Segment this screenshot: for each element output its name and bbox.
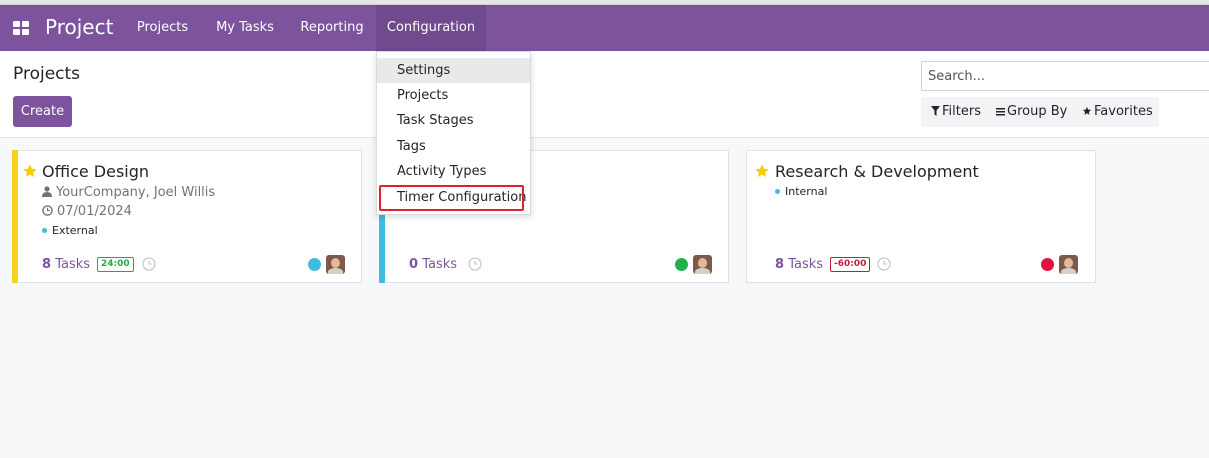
- search-options-bar: Filters Group By Favorites: [921, 97, 1159, 127]
- project-card-office-design[interactable]: Office Design YourCompany, Joel Willis 0…: [12, 150, 362, 283]
- control-panel: Projects Create Filters Group By Favorit…: [0, 51, 1209, 138]
- avatar[interactable]: [326, 255, 345, 274]
- tag-label: Internal: [785, 185, 828, 198]
- group-by-label: Group By: [1007, 104, 1068, 119]
- clock-icon: [42, 205, 53, 216]
- nav-projects[interactable]: Projects: [123, 5, 202, 51]
- project-card-research-development[interactable]: Research & Development Internal 8 Tasks …: [746, 150, 1096, 283]
- menu-item-task-stages[interactable]: Task Stages: [377, 108, 530, 133]
- tag-label: External: [52, 224, 98, 237]
- status-dot[interactable]: [308, 258, 321, 271]
- status-dot[interactable]: [675, 258, 688, 271]
- project-tag: Internal: [775, 185, 827, 198]
- menu-item-settings[interactable]: Settings: [377, 58, 530, 83]
- user-icon: [42, 186, 52, 197]
- tasks-count-link[interactable]: 0 Tasks: [409, 257, 457, 272]
- favorites-button[interactable]: Favorites: [1082, 97, 1153, 127]
- project-title[interactable]: Research & Development: [775, 162, 979, 181]
- star-icon: [1082, 106, 1092, 115]
- project-tag: External: [42, 224, 98, 237]
- tasks-count-link[interactable]: 8 Tasks: [42, 257, 90, 272]
- tasks-count-link[interactable]: 8 Tasks: [775, 257, 823, 272]
- main-navbar: Project Projects My Tasks Reporting Conf…: [0, 5, 1209, 51]
- nav-reporting[interactable]: Reporting: [288, 5, 376, 51]
- filters-button[interactable]: Filters: [931, 97, 981, 127]
- group-by-button[interactable]: Group By: [996, 97, 1067, 127]
- menu-item-activity-types[interactable]: Activity Types: [377, 159, 530, 184]
- breadcrumb: Projects: [13, 64, 81, 84]
- filter-funnel-icon: [931, 106, 940, 116]
- favorite-star-icon[interactable]: [22, 163, 38, 179]
- avatar[interactable]: [693, 255, 712, 274]
- menu-item-tags[interactable]: Tags: [377, 134, 530, 159]
- filters-label: Filters: [942, 104, 981, 119]
- customer-label: YourCompany, Joel Willis: [56, 185, 216, 200]
- status-dot[interactable]: [1041, 258, 1054, 271]
- nav-my-tasks[interactable]: My Tasks: [202, 5, 288, 51]
- create-button[interactable]: Create: [13, 96, 72, 127]
- nav-configuration[interactable]: Configuration: [376, 5, 486, 51]
- project-color-bar: [12, 150, 18, 283]
- project-title[interactable]: Office Design: [42, 162, 149, 181]
- list-bars-icon: [996, 108, 1005, 116]
- date-label: 07/01/2024: [57, 204, 132, 219]
- menu-item-projects[interactable]: Projects: [377, 83, 530, 108]
- app-switcher-grid-icon[interactable]: [13, 21, 29, 35]
- search-input[interactable]: [921, 61, 1209, 91]
- project-date: 07/01/2024: [42, 204, 132, 219]
- activity-clock-icon[interactable]: [877, 257, 891, 271]
- activity-clock-icon[interactable]: [468, 257, 482, 271]
- favorite-star-icon[interactable]: [754, 163, 770, 179]
- tag-color-dot: [775, 189, 780, 194]
- avatar[interactable]: [1059, 255, 1078, 274]
- configuration-dropdown-menu: Settings Projects Task Stages Tags Activ…: [376, 51, 531, 215]
- favorites-label: Favorites: [1094, 104, 1153, 119]
- timer-badge: 24:00: [97, 257, 134, 272]
- app-title[interactable]: Project: [45, 15, 113, 39]
- tag-color-dot: [42, 228, 47, 233]
- activity-clock-icon[interactable]: [142, 257, 156, 271]
- menu-item-timer-configuration[interactable]: Timer Configuration: [377, 185, 530, 210]
- project-customer: YourCompany, Joel Willis: [42, 185, 215, 200]
- timer-badge: -60:00: [830, 257, 871, 272]
